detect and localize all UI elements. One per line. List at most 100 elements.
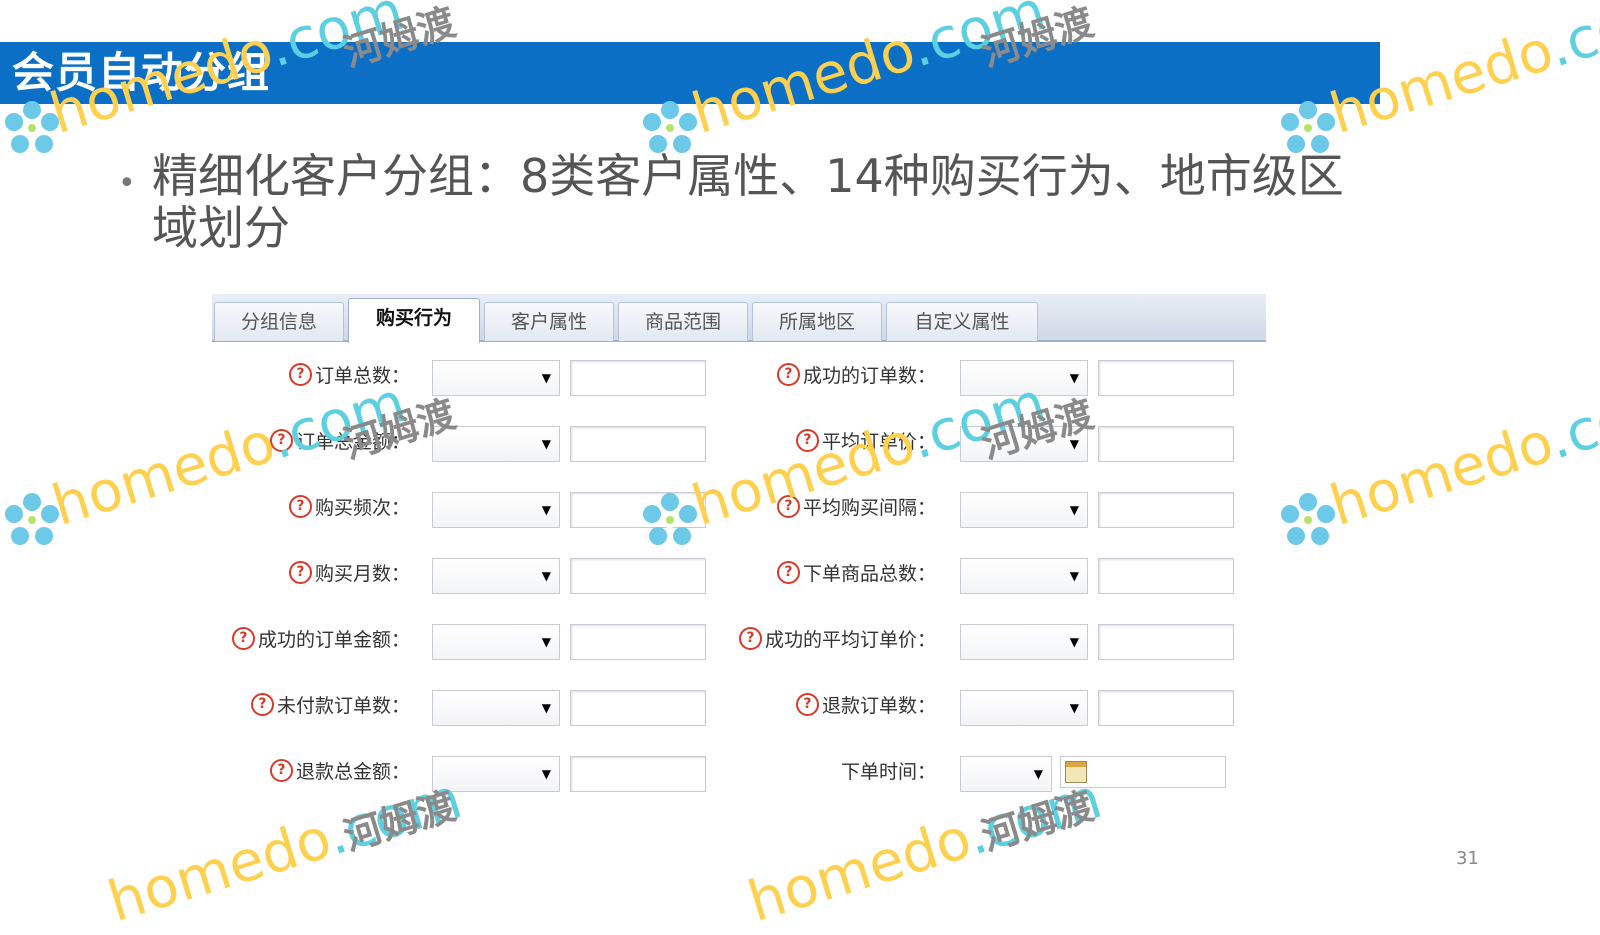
form-row: ? 未付款订单数： ▼ <box>212 686 712 726</box>
total-items-operator-select[interactable]: ▼ <box>960 558 1088 594</box>
purchase-frequency-operator-select[interactable]: ▼ <box>432 492 560 528</box>
form-row: ? 成功的订单数： ▼ <box>732 356 1266 396</box>
refund-orders-input[interactable] <box>1098 690 1234 726</box>
page-number: 31 <box>1456 848 1479 869</box>
watermark-flower-icon <box>1281 493 1335 545</box>
dropdown-arrow-icon: ▼ <box>541 569 551 583</box>
bullet-text: 精细化客户分组：8类客户属性、14种购买行为、地市级区域划分 <box>152 149 1344 255</box>
form-row: ? 退款订单数： ▼ <box>732 686 1266 726</box>
unpaid-orders-input[interactable] <box>570 690 706 726</box>
field-label: ? 订单总金额： <box>212 422 410 462</box>
form-row: ? 购买月数： ▼ <box>212 554 712 594</box>
help-icon[interactable]: ? <box>269 759 293 782</box>
field-label: ? 成功的订单数： <box>732 356 936 396</box>
tab-customer-attributes[interactable]: 客户属性 <box>484 302 614 341</box>
field-label: ? 下单商品总数： <box>732 554 936 594</box>
form-row: ? 退款总金额： ▼ <box>212 752 712 792</box>
dropdown-arrow-icon: ▼ <box>541 503 551 517</box>
help-icon[interactable]: ? <box>795 693 819 716</box>
tab-region[interactable]: 所属地区 <box>752 302 882 341</box>
group-rule-panel: 分组信息 购买行为 客户属性 商品范围 所属地区 自定义属性 ? 订单总数： ▼ … <box>212 294 1266 814</box>
watermark-flower-icon <box>5 101 59 153</box>
average-order-price-input[interactable] <box>1098 426 1234 462</box>
bullet-point: 精细化客户分组：8类客户属性、14种购买行为、地市级区域划分 <box>118 150 1368 254</box>
dropdown-arrow-icon: ▼ <box>1069 635 1079 649</box>
total-items-input[interactable] <box>1098 558 1234 594</box>
average-purchase-interval-operator-select[interactable]: ▼ <box>960 492 1088 528</box>
tab-product-range[interactable]: 商品范围 <box>618 302 748 341</box>
watermark-flower-icon <box>5 493 59 545</box>
form-row: ? 成功的平均订单价： ▼ <box>732 620 1266 660</box>
dropdown-arrow-icon: ▼ <box>541 437 551 451</box>
dropdown-arrow-icon: ▼ <box>1069 437 1079 451</box>
field-label: ? 退款订单数： <box>732 686 936 726</box>
dropdown-arrow-icon: ▼ <box>541 767 551 781</box>
order-amount-input[interactable] <box>570 426 706 462</box>
order-count-input[interactable] <box>570 360 706 396</box>
order-time-date-input[interactable] <box>1060 756 1226 788</box>
help-icon[interactable]: ? <box>795 429 819 452</box>
field-label: ? 订单总数： <box>212 356 410 396</box>
refund-amount-input[interactable] <box>570 756 706 792</box>
tab-group-info[interactable]: 分组信息 <box>214 302 344 341</box>
successful-average-price-input[interactable] <box>1098 624 1234 660</box>
help-icon[interactable]: ? <box>269 429 293 452</box>
form-row: ? 订单总金额： ▼ <box>212 422 712 462</box>
dropdown-arrow-icon: ▼ <box>1069 371 1079 385</box>
help-icon[interactable]: ? <box>288 561 312 584</box>
tab-purchase-behavior[interactable]: 购买行为 <box>348 298 480 343</box>
purchase-months-operator-select[interactable]: ▼ <box>432 558 560 594</box>
form-row: ? 购买频次： ▼ <box>212 488 712 528</box>
field-label: ? 退款总金额： <box>212 752 410 792</box>
form-row: 下单时间： ▼ <box>732 752 1266 792</box>
successful-order-amount-operator-select[interactable]: ▼ <box>432 624 560 660</box>
form-row: ? 成功的订单金额： ▼ <box>212 620 712 660</box>
successful-order-amount-input[interactable] <box>570 624 706 660</box>
successful-average-price-operator-select[interactable]: ▼ <box>960 624 1088 660</box>
page-title: 会员自动分组 <box>12 48 271 97</box>
average-purchase-interval-input[interactable] <box>1098 492 1234 528</box>
order-amount-operator-select[interactable]: ▼ <box>432 426 560 462</box>
dropdown-arrow-icon: ▼ <box>1033 767 1043 781</box>
order-time-label: 下单时间： <box>840 761 936 783</box>
form-row: ? 平均购买间隔： ▼ <box>732 488 1266 528</box>
tab-custom-attributes[interactable]: 自定义属性 <box>886 302 1038 341</box>
dropdown-arrow-icon: ▼ <box>541 371 551 385</box>
refund-amount-operator-select[interactable]: ▼ <box>432 756 560 792</box>
form-row: ? 平均订单价： ▼ <box>732 422 1266 462</box>
header-bar: 会员自动分组 <box>0 42 1380 104</box>
help-icon[interactable]: ? <box>231 627 255 650</box>
purchase-months-input[interactable] <box>570 558 706 594</box>
help-icon[interactable]: ? <box>776 561 800 584</box>
refund-orders-operator-select[interactable]: ▼ <box>960 690 1088 726</box>
order-time-range-select[interactable]: ▼ <box>960 756 1052 792</box>
field-label: ? 未付款订单数： <box>212 686 410 726</box>
dropdown-arrow-icon: ▼ <box>541 701 551 715</box>
successful-orders-operator-select[interactable]: ▼ <box>960 360 1088 396</box>
dropdown-arrow-icon: ▼ <box>1069 503 1079 517</box>
field-label: ? 成功的平均订单价： <box>732 620 936 660</box>
help-icon[interactable]: ? <box>776 363 800 386</box>
dropdown-arrow-icon: ▼ <box>541 635 551 649</box>
field-label: ? 购买月数： <box>212 554 410 594</box>
purchase-frequency-input[interactable] <box>570 492 706 528</box>
help-icon[interactable]: ? <box>776 495 800 518</box>
calendar-icon[interactable] <box>1065 761 1087 783</box>
tab-bar: 分组信息 购买行为 客户属性 商品范围 所属地区 自定义属性 <box>212 294 1266 343</box>
field-label: ? 平均订单价： <box>732 422 936 462</box>
field-label: ? 购买频次： <box>212 488 410 528</box>
order-count-operator-select[interactable]: ▼ <box>432 360 560 396</box>
help-icon[interactable]: ? <box>288 495 312 518</box>
help-icon[interactable]: ? <box>250 693 274 716</box>
help-icon[interactable]: ? <box>738 627 762 650</box>
field-label: ? 成功的订单金额： <box>212 620 410 660</box>
dropdown-arrow-icon: ▼ <box>1069 569 1079 583</box>
average-order-price-operator-select[interactable]: ▼ <box>960 426 1088 462</box>
field-label: ? 平均购买间隔： <box>732 488 936 528</box>
form-row: ? 订单总数： ▼ <box>212 356 712 396</box>
unpaid-orders-operator-select[interactable]: ▼ <box>432 690 560 726</box>
form-row: ? 下单商品总数： ▼ <box>732 554 1266 594</box>
watermark-homedo: homedo.com <box>1322 370 1600 539</box>
help-icon[interactable]: ? <box>288 363 312 386</box>
successful-orders-input[interactable] <box>1098 360 1234 396</box>
